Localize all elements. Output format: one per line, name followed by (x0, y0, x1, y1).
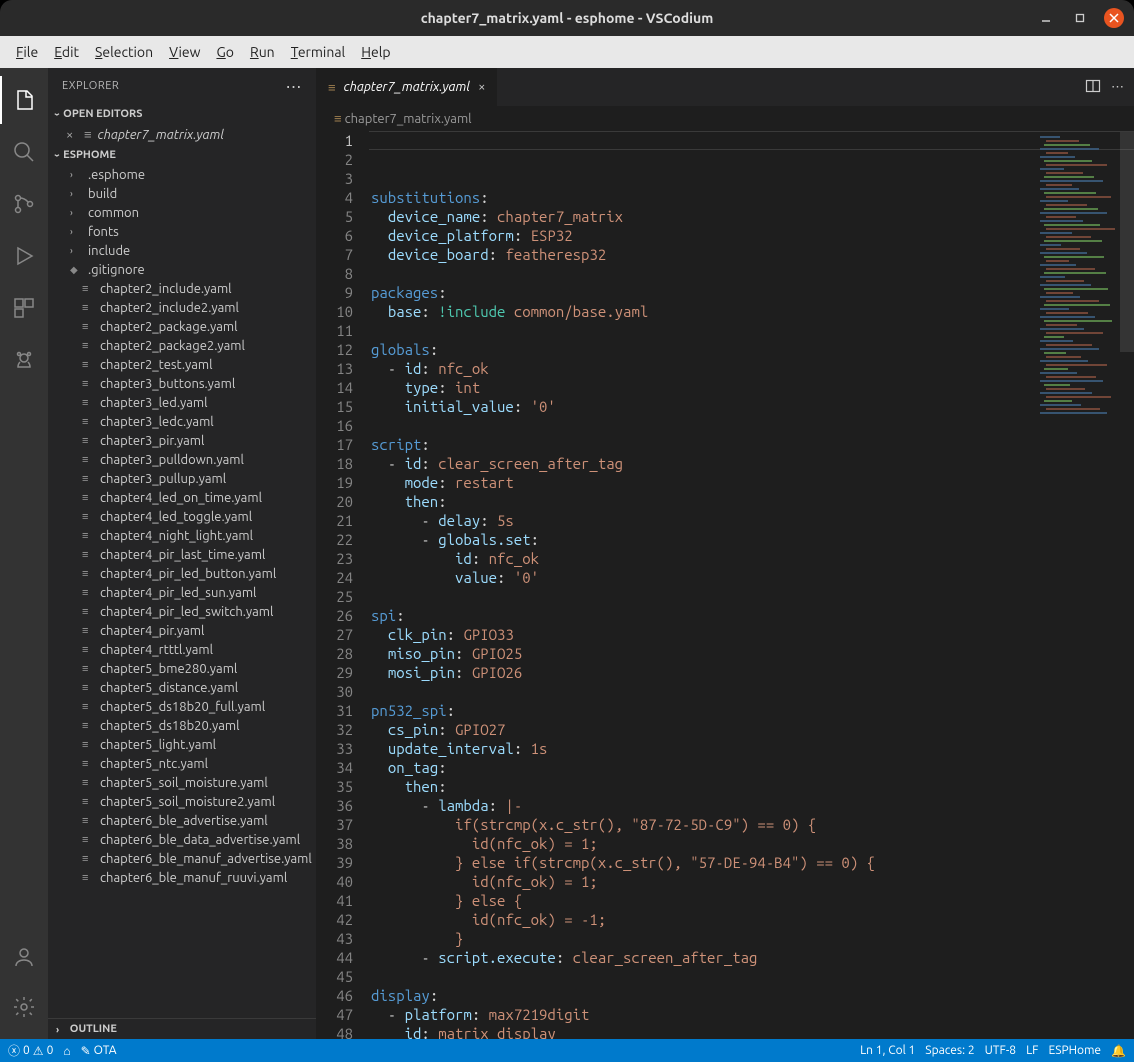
status-home-icon[interactable]: ⌂ (63, 1044, 70, 1058)
file-item[interactable]: ≡chapter4_pir_last_time.yaml (48, 545, 316, 564)
explorer-icon[interactable] (0, 76, 48, 124)
file-item[interactable]: ≡chapter4_night_light.yaml (48, 526, 316, 545)
file-item[interactable]: ≡chapter4_pir_led_button.yaml (48, 564, 316, 583)
menu-file[interactable]: File (10, 40, 44, 64)
search-icon[interactable] (0, 128, 48, 176)
open-editors-label: OPEN EDITORS (63, 108, 142, 120)
status-cursor-position[interactable]: Ln 1, Col 1 (860, 1044, 915, 1057)
file-item[interactable]: ≡chapter2_package.yaml (48, 317, 316, 336)
file-gitignore[interactable]: .gitignore (48, 260, 316, 279)
code-editor[interactable]: 1234567891011121314151617181920212223242… (316, 131, 1134, 1039)
file-type-icon: ≡ (328, 80, 336, 95)
file-item[interactable]: ≡chapter5_ds18b20.yaml (48, 716, 316, 735)
open-editor-filename: chapter7_matrix.yaml (98, 128, 224, 142)
file-tree: ›.esphome›build›common›fonts›include.git… (48, 165, 316, 1018)
close-button[interactable] (1104, 8, 1124, 28)
status-bar: ⓧ 0 ⚠ 0 ⌂ ✎ OTA Ln 1, Col 1 Spaces: 2 UT… (0, 1039, 1134, 1062)
file-item[interactable]: ≡chapter3_pir.yaml (48, 431, 316, 450)
status-indentation[interactable]: Spaces: 2 (925, 1044, 974, 1057)
file-item[interactable]: ≡chapter2_package2.yaml (48, 336, 316, 355)
workspace-label: ESPHOME (63, 149, 116, 161)
split-editor-icon[interactable] (1085, 78, 1101, 97)
file-item[interactable]: ≡chapter2_include.yaml (48, 279, 316, 298)
menubar: FileEditSelectionViewGoRunTerminalHelp (0, 36, 1134, 68)
workspace-section[interactable]: ›ESPHOME (48, 145, 316, 165)
code-content[interactable]: substitutions: device_name: chapter7_mat… (371, 131, 1134, 1039)
menu-run[interactable]: Run (244, 40, 281, 64)
file-item[interactable]: ≡chapter3_led.yaml (48, 393, 316, 412)
explorer-title: EXPLORER (62, 80, 119, 92)
menu-go[interactable]: Go (210, 40, 240, 64)
file-item[interactable]: ≡chapter3_pulldown.yaml (48, 450, 316, 469)
file-item[interactable]: ≡chapter4_pir_led_switch.yaml (48, 602, 316, 621)
esphome-icon[interactable] (0, 336, 48, 384)
outline-section[interactable]: › OUTLINE (48, 1018, 316, 1039)
file-item[interactable]: ≡chapter2_include2.yaml (48, 298, 316, 317)
open-editor-item[interactable]: × ≡ chapter7_matrix.yaml (48, 124, 316, 145)
accounts-icon[interactable] (0, 933, 48, 981)
window-title: chapter7_matrix.yaml - esphome - VSCodiu… (421, 10, 714, 26)
file-item[interactable]: ≡chapter4_led_toggle.yaml (48, 507, 316, 526)
folder-.esphome[interactable]: ›.esphome (48, 165, 316, 184)
source-control-icon[interactable] (0, 180, 48, 228)
vertical-scrollbar[interactable] (1120, 132, 1134, 1039)
close-editor-icon[interactable]: × (66, 128, 78, 142)
status-notifications-icon[interactable]: 🔔 (1111, 1044, 1126, 1058)
tab-bar: ≡ chapter7_matrix.yaml × ⋯ (316, 68, 1134, 106)
status-eol[interactable]: LF (1026, 1044, 1038, 1057)
status-language[interactable]: ESPHome (1048, 1044, 1101, 1057)
file-item[interactable]: ≡chapter6_ble_data_advertise.yaml (48, 830, 316, 849)
settings-gear-icon[interactable] (0, 983, 48, 1031)
menu-help[interactable]: Help (355, 40, 396, 64)
folder-build[interactable]: ›build (48, 184, 316, 203)
file-item[interactable]: ≡chapter5_soil_moisture2.yaml (48, 792, 316, 811)
file-item[interactable]: ≡chapter5_distance.yaml (48, 678, 316, 697)
file-item[interactable]: ≡chapter4_rtttl.yaml (48, 640, 316, 659)
editor-more-icon[interactable]: ⋯ (1111, 80, 1124, 95)
file-item[interactable]: ≡chapter5_ds18b20_full.yaml (48, 697, 316, 716)
file-item[interactable]: ≡chapter4_led_on_time.yaml (48, 488, 316, 507)
extensions-icon[interactable] (0, 284, 48, 332)
file-item[interactable]: ≡chapter6_ble_manuf_advertise.yaml (48, 849, 316, 868)
menu-selection[interactable]: Selection (89, 40, 159, 64)
run-debug-icon[interactable] (0, 232, 48, 280)
file-item[interactable]: ≡chapter3_buttons.yaml (48, 374, 316, 393)
maximize-button[interactable] (1070, 8, 1090, 28)
activity-bar (0, 68, 48, 1039)
minimize-button[interactable] (1036, 8, 1056, 28)
file-item[interactable]: ≡chapter6_ble_manuf_ruuvi.yaml (48, 868, 316, 887)
outline-label: OUTLINE (70, 1023, 117, 1035)
editor-area: ≡ chapter7_matrix.yaml × ⋯ ≡ chapter7_ma… (316, 68, 1134, 1039)
file-icon: ≡ (84, 127, 92, 142)
minimap[interactable] (1038, 136, 1118, 456)
status-encoding[interactable]: UTF-8 (985, 1044, 1016, 1057)
tab-filename: chapter7_matrix.yaml (344, 80, 470, 94)
tab-active[interactable]: ≡ chapter7_matrix.yaml × (316, 68, 498, 106)
line-gutter: 1234567891011121314151617181920212223242… (316, 131, 371, 1039)
menu-edit[interactable]: Edit (48, 40, 85, 64)
menu-view[interactable]: View (163, 40, 206, 64)
file-item[interactable]: ≡chapter3_pullup.yaml (48, 469, 316, 488)
tab-close-icon[interactable]: × (478, 80, 485, 94)
folder-fonts[interactable]: ›fonts (48, 222, 316, 241)
file-item[interactable]: ≡chapter5_soil_moisture.yaml (48, 773, 316, 792)
file-item[interactable]: ≡chapter5_light.yaml (48, 735, 316, 754)
titlebar: chapter7_matrix.yaml - esphome - VSCodiu… (0, 0, 1134, 36)
open-editors-section[interactable]: ›OPEN EDITORS (48, 104, 316, 124)
breadcrumb[interactable]: ≡ chapter7_matrix.yaml (316, 106, 1134, 131)
file-item[interactable]: ≡chapter3_ledc.yaml (48, 412, 316, 431)
explorer-more-icon[interactable]: ⋯ (286, 77, 303, 96)
file-item[interactable]: ≡chapter4_pir.yaml (48, 621, 316, 640)
file-item[interactable]: ≡chapter2_test.yaml (48, 355, 316, 374)
menu-terminal[interactable]: Terminal (285, 40, 352, 64)
file-item[interactable]: ≡chapter5_ntc.yaml (48, 754, 316, 773)
status-problems[interactable]: ⓧ 0 ⚠ 0 (8, 1042, 53, 1059)
folder-include[interactable]: ›include (48, 241, 316, 260)
file-item[interactable]: ≡chapter4_pir_led_sun.yaml (48, 583, 316, 602)
status-ota[interactable]: ✎ OTA (81, 1044, 117, 1058)
file-item[interactable]: ≡chapter5_bme280.yaml (48, 659, 316, 678)
folder-common[interactable]: ›common (48, 203, 316, 222)
file-item[interactable]: ≡chapter6_ble_advertise.yaml (48, 811, 316, 830)
sidebar: EXPLORER ⋯ ›OPEN EDITORS × ≡ chapter7_ma… (48, 68, 316, 1039)
